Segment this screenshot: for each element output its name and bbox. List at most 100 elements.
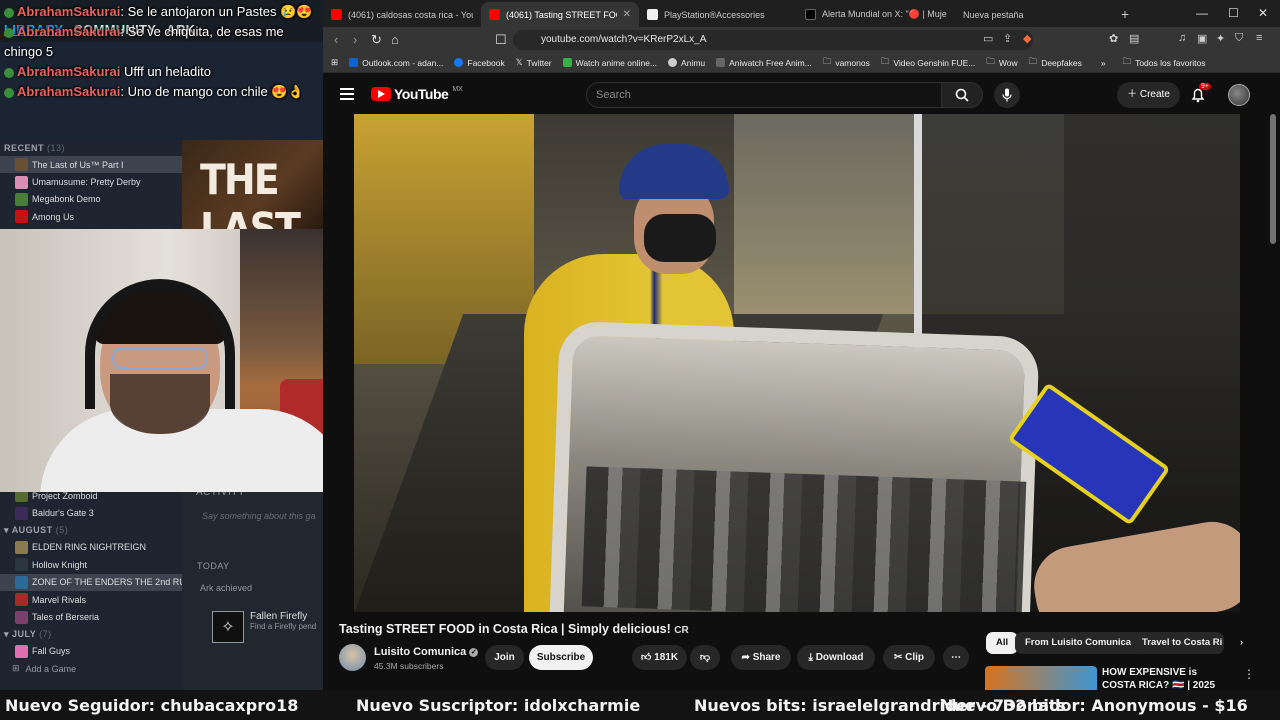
back-icon[interactable]: ‹ [334,32,338,47]
channel-avatar[interactable] [339,644,366,671]
bookmark-outlook[interactable]: Outlook.com - adan... [349,58,443,68]
game-list-lower: Project Zomboid Baldur's Gate 3 ▾ AUGUST… [0,487,182,660]
tab-tasting-street-food[interactable]: (4061) Tasting STREET FOOD in C✕ [481,2,639,27]
recommended-menu-icon[interactable]: ⋮ [1243,667,1255,681]
search-input[interactable]: Search [586,82,942,108]
x-logo-icon: 𝕏 [515,57,523,67]
game-item-hollow-knight[interactable]: Hollow Knight [0,556,182,573]
activity-input[interactable]: Say something about this ga [202,511,322,525]
tab-alerta-mundial[interactable]: Alerta Mundial on X: "🔴 | Mujer jap [797,2,955,27]
game-thumb [15,506,28,520]
game-item-fall-guys[interactable]: Fall Guys [0,643,182,660]
youtube-logo[interactable]: YouTube MX [371,86,463,102]
game-item-marvel-rivals[interactable]: Marvel Rivals [0,591,182,608]
recommended-thumbnail[interactable] [985,666,1097,690]
game-item-umamusume[interactable]: Umamusume: Pretty Derby [0,173,182,190]
bookmark-vamonos[interactable]: 🗀 vamonos [823,56,870,70]
new-tab-button[interactable]: + [1113,2,1137,27]
tab-nueva-pestana[interactable]: Nueva pestaña [955,2,1113,27]
chip-from-channel[interactable]: From Luisito Comunica [1015,632,1142,654]
tab-caldosas[interactable]: (4061) caldosas costa rica - YouTube [323,2,481,27]
playstation-favicon-icon [647,9,658,20]
join-button[interactable]: Join [485,645,524,670]
bookmark-video-genshin[interactable]: 🗀 Video Genshin FUE... [881,56,976,70]
add-game-button[interactable]: ⊞ Add a Game [0,663,182,674]
page-scrollbar[interactable] [1270,114,1276,244]
bookmark-animu[interactable]: Animu [668,58,705,68]
download-button[interactable]: ⤓ Download [797,645,875,670]
bookmark-twitter[interactable]: 𝕏 Twitter [516,57,552,68]
sidebar-icon[interactable]: ▤ [1129,32,1139,45]
url-field[interactable]: youtube.com/watch?v=KRerP2xLx_A [513,30,1033,50]
bookmark-icon[interactable]: ☐ [495,32,507,48]
menu-icon[interactable]: ≡ [1256,32,1262,44]
game-item-the-last-of-us[interactable]: The Last of Us™ Part I [0,156,182,174]
game-item-tales-of-berseria[interactable]: Tales of Berseria [0,608,182,625]
bookmark-watch-anime[interactable]: Watch anime online... [562,58,657,68]
game-item-zone-of-enders[interactable]: ZONE OF THE ENDERS THE 2nd RUNNER : MARS… [0,573,182,591]
recent-header[interactable]: RECENT (13) [0,140,182,156]
more-bookmarks-icon[interactable]: » [1101,58,1106,68]
game-item-baldurs-gate[interactable]: Baldur's Gate 3 [0,504,182,521]
wallet-icon[interactable]: ▣ [1197,32,1207,45]
chip-travel[interactable]: Travel to Costa Ri [1132,632,1224,654]
screen: LIBRARY COMMUNITY ARK RECENT (13) The La… [0,0,1280,720]
recommended-title[interactable]: HOW EXPENSIVE is COSTA RICA? 🇨🇷 | 2025 P… [1102,666,1232,690]
cast-icon[interactable]: ▭ [983,32,993,45]
share-page-icon[interactable]: ⇪ [1003,32,1012,45]
extension-icon[interactable]: ✿ [1109,32,1118,45]
game-thumb [15,644,28,658]
search-button[interactable] [941,82,983,108]
create-button[interactable]: ＋ Create [1117,82,1180,108]
vpn-icon[interactable]: ⛉ [1235,32,1243,45]
august-header[interactable]: ▾ AUGUST (5) [0,522,182,539]
subscribe-button[interactable]: Subscribe [529,645,593,670]
reload-icon[interactable]: ↻ [371,32,382,48]
bookmark-aniwatch[interactable]: Aniwatch Free Anim... [716,58,812,68]
tab-playstation[interactable]: PlayStation®Accessories [639,2,797,27]
achievement-line: Ark achieved [200,583,253,593]
bookmark-wow[interactable]: 🗀 Wow [986,56,1017,70]
chat-message: AbrahamSakurai: Se ve chiquita, de esas … [4,24,284,59]
stream-chat-overlay: AbrahamSakurai: Se le antojaron un Paste… [0,2,323,102]
brave-shield-icon[interactable]: ◆ [1023,32,1031,45]
close-window-icon[interactable]: ✕ [1258,6,1268,20]
more-actions-button[interactable]: ⋯ [943,645,969,670]
july-header[interactable]: ▾ JULY (7) [0,626,182,643]
game-thumb [15,540,28,554]
dislike-button[interactable]: 👎︎ [690,645,720,670]
notifications-button[interactable]: 9+ [1191,83,1211,108]
channel-name[interactable]: Luisito Comunica ✓ [374,646,479,658]
ai-icon[interactable]: ✦ [1216,32,1225,45]
close-tab-icon[interactable]: ✕ [623,9,631,20]
folder-icon: 🗀 [822,55,832,66]
game-item-megabonk[interactable]: Megabonk Demo [0,191,182,208]
home-icon[interactable]: ⌂ [391,32,399,47]
share-button[interactable]: ➦ Share [731,645,791,670]
minimize-icon[interactable]: — [1196,6,1208,20]
chip-scroll-right-icon[interactable]: › [1230,632,1253,654]
music-icon[interactable]: ♫ [1178,32,1186,44]
maximize-icon[interactable]: ☐ [1228,6,1239,20]
like-button[interactable]: 👍︎ 181K [632,645,687,670]
game-item-among-us[interactable]: Among Us [0,208,182,225]
forward-icon[interactable]: › [353,32,357,47]
chip-all[interactable]: All [986,632,1019,654]
bookmark-facebook[interactable]: Facebook [454,58,505,68]
voice-search-button[interactable] [994,82,1020,108]
notification-badge: 9+ [1199,83,1211,90]
globe-icon [668,58,678,67]
hamburger-menu-icon[interactable] [340,88,354,100]
all-bookmarks[interactable]: 🗀 Todos los favoritos [1123,56,1206,70]
bookmark-deepfakes[interactable]: 🗀 Deepfakes [1029,56,1082,70]
thumbs-down-icon: 👎︎ [699,652,711,663]
clip-button[interactable]: ✂ Clip [883,645,935,670]
video-player[interactable] [354,114,1240,612]
account-avatar[interactable] [1228,84,1250,106]
today-heading: TODAY [197,561,230,571]
folder-icon: 🗀 [1028,55,1038,66]
achievement-card[interactable]: ✧ Fallen Firefly Find a Firefly pend [212,611,323,647]
game-thumb [15,593,28,607]
apps-grid-icon[interactable]: ⊞ [331,57,338,68]
game-item-elden-ring[interactable]: ELDEN RING NIGHTREIGN [0,539,182,556]
